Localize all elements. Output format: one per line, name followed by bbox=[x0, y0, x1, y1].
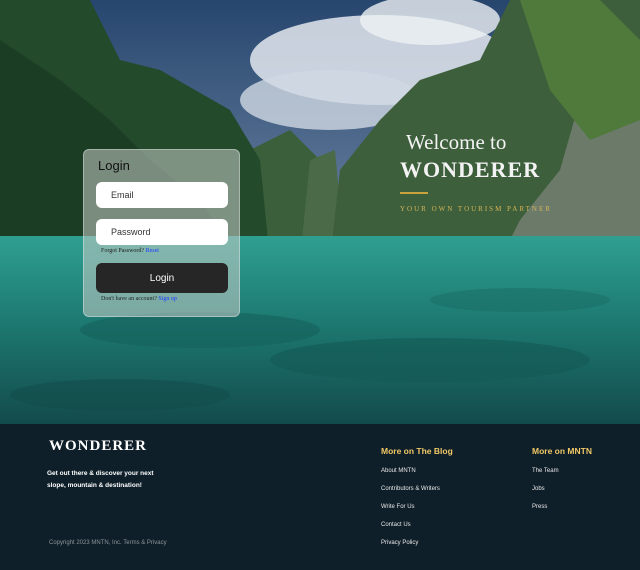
footer: WONDERER Get out there & discover your n… bbox=[0, 424, 640, 570]
footer-link-contact[interactable]: Contact Us bbox=[381, 522, 453, 540]
forgot-password-row: Forgot Password? Reset bbox=[101, 248, 159, 254]
welcome-text: Welcome to bbox=[406, 130, 507, 154]
footer-link-about[interactable]: About MNTN bbox=[381, 468, 453, 486]
login-card: Login Forgot Password? Reset Login Don't… bbox=[83, 149, 240, 317]
password-field[interactable] bbox=[96, 219, 228, 245]
signup-link[interactable]: Sign up bbox=[158, 296, 177, 302]
hero-tagline: YOUR OWN TOURISM PARTNER bbox=[400, 205, 552, 213]
mntn-heading: More on MNTN bbox=[532, 446, 592, 456]
hero-brand-title: WONDERER bbox=[400, 157, 541, 182]
blog-links-column: More on The Blog About MNTN Contributors… bbox=[381, 446, 453, 558]
hero-section: Welcome to WONDERER YOUR OWN TOURISM PAR… bbox=[0, 0, 640, 424]
footer-brand: WONDERER bbox=[49, 438, 148, 454]
email-field[interactable] bbox=[96, 182, 228, 208]
footer-copyright: Copyright 2023 MNTN, Inc. Terms & Privac… bbox=[49, 540, 167, 546]
footer-link-contributors[interactable]: Contributors & Writers bbox=[381, 486, 453, 504]
footer-link-press[interactable]: Press bbox=[532, 504, 592, 522]
login-title: Login bbox=[98, 158, 130, 173]
footer-link-jobs[interactable]: Jobs bbox=[532, 486, 592, 504]
footer-link-write-for-us[interactable]: Write For Us bbox=[381, 504, 453, 522]
no-account-text: Don't have an account? bbox=[101, 296, 157, 302]
signup-row: Don't have an account? Sign up bbox=[101, 296, 177, 302]
welcome-block: Welcome to WONDERER YOUR OWN TOURISM PAR… bbox=[400, 130, 552, 213]
footer-tagline: Get out there & discover your next slope… bbox=[47, 470, 154, 489]
login-button[interactable]: Login bbox=[96, 263, 228, 293]
mntn-links-column: More on MNTN The Team Jobs Press bbox=[532, 446, 592, 522]
footer-link-privacy[interactable]: Privacy Policy bbox=[381, 540, 453, 558]
reset-link[interactable]: Reset bbox=[146, 248, 159, 254]
footer-link-team[interactable]: The Team bbox=[532, 468, 592, 486]
blog-heading: More on The Blog bbox=[381, 446, 453, 456]
gold-divider bbox=[400, 192, 428, 194]
forgot-password-text: Forgot Password? bbox=[101, 248, 145, 254]
